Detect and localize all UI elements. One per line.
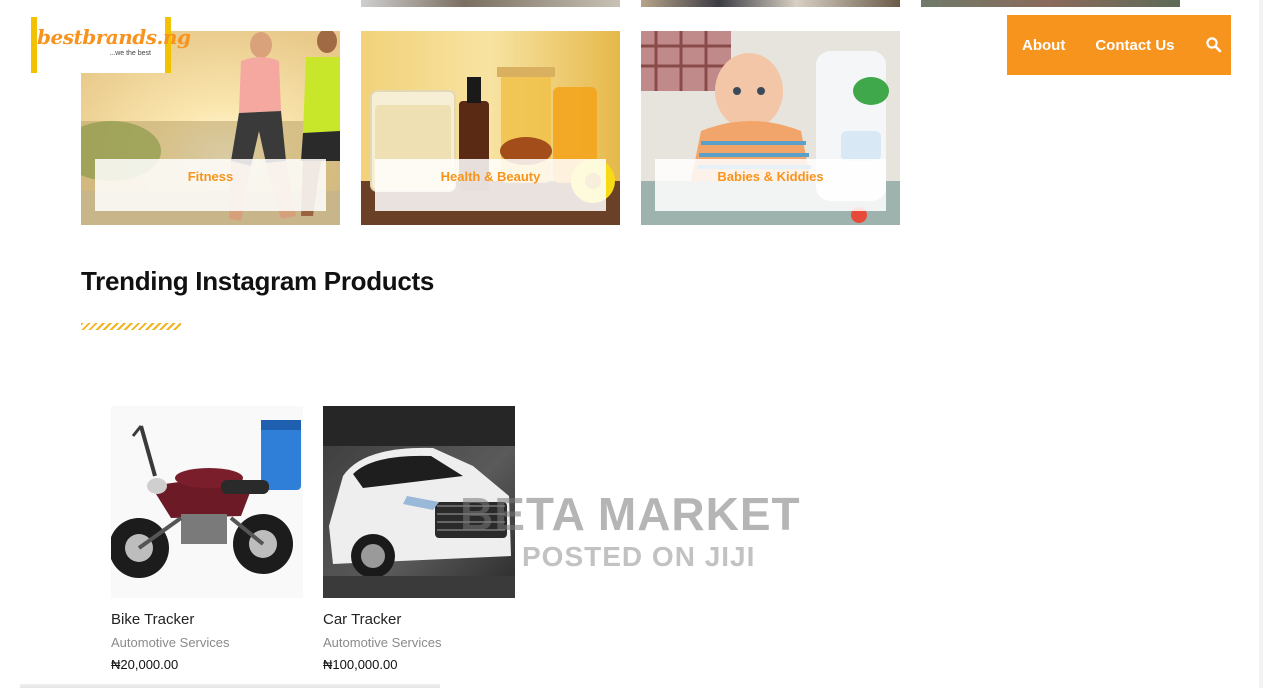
logo-tagline: ...we the best xyxy=(109,50,151,57)
bottom-shadow-divider xyxy=(20,684,440,688)
product-category[interactable]: Automotive Services xyxy=(323,635,515,650)
category-label: Fitness xyxy=(95,159,326,211)
category-label: Babies & Kiddies xyxy=(655,159,886,211)
nav-contact-link[interactable]: Contact Us xyxy=(1095,37,1174,54)
category-label: Health & Beauty xyxy=(375,159,606,211)
product-card: Car Tracker Automotive Services ₦100,000… xyxy=(323,406,515,672)
section-underline-decoration xyxy=(81,323,181,330)
logo-wordmark: bestbrands.ng xyxy=(37,25,191,49)
watermark-subtitle: POSTED ON JIJI xyxy=(522,541,756,572)
product-name[interactable]: Car Tracker xyxy=(323,611,515,628)
nav-about-link[interactable]: About xyxy=(1022,37,1065,54)
product-image[interactable] xyxy=(323,406,515,598)
product-image[interactable] xyxy=(111,406,303,598)
search-icon[interactable] xyxy=(1205,36,1223,54)
product-card: Bike Tracker Automotive Services ₦20,000… xyxy=(111,406,303,672)
previous-row-image-strip xyxy=(641,0,900,7)
product-name[interactable]: Bike Tracker xyxy=(111,611,303,628)
previous-row-image-strip xyxy=(361,0,620,7)
previous-row-image-strip xyxy=(921,0,1180,7)
product-price: ₦100,000.00 xyxy=(323,657,398,672)
product-price: ₦20,000.00 xyxy=(111,657,179,672)
section-title: Trending Instagram Products xyxy=(81,266,435,296)
category-tile-health-beauty[interactable]: Health & Beauty xyxy=(361,31,620,225)
product-category[interactable]: Automotive Services xyxy=(111,635,303,650)
main-nav: About Contact Us xyxy=(1007,15,1231,75)
page-right-edge xyxy=(1259,0,1263,688)
page: bestbrands.ng ...we the best About Conta… xyxy=(0,0,1263,688)
category-tile-babies-kiddies[interactable]: Babies & Kiddies xyxy=(641,31,900,225)
site-logo[interactable]: bestbrands.ng ...we the best xyxy=(31,17,191,73)
